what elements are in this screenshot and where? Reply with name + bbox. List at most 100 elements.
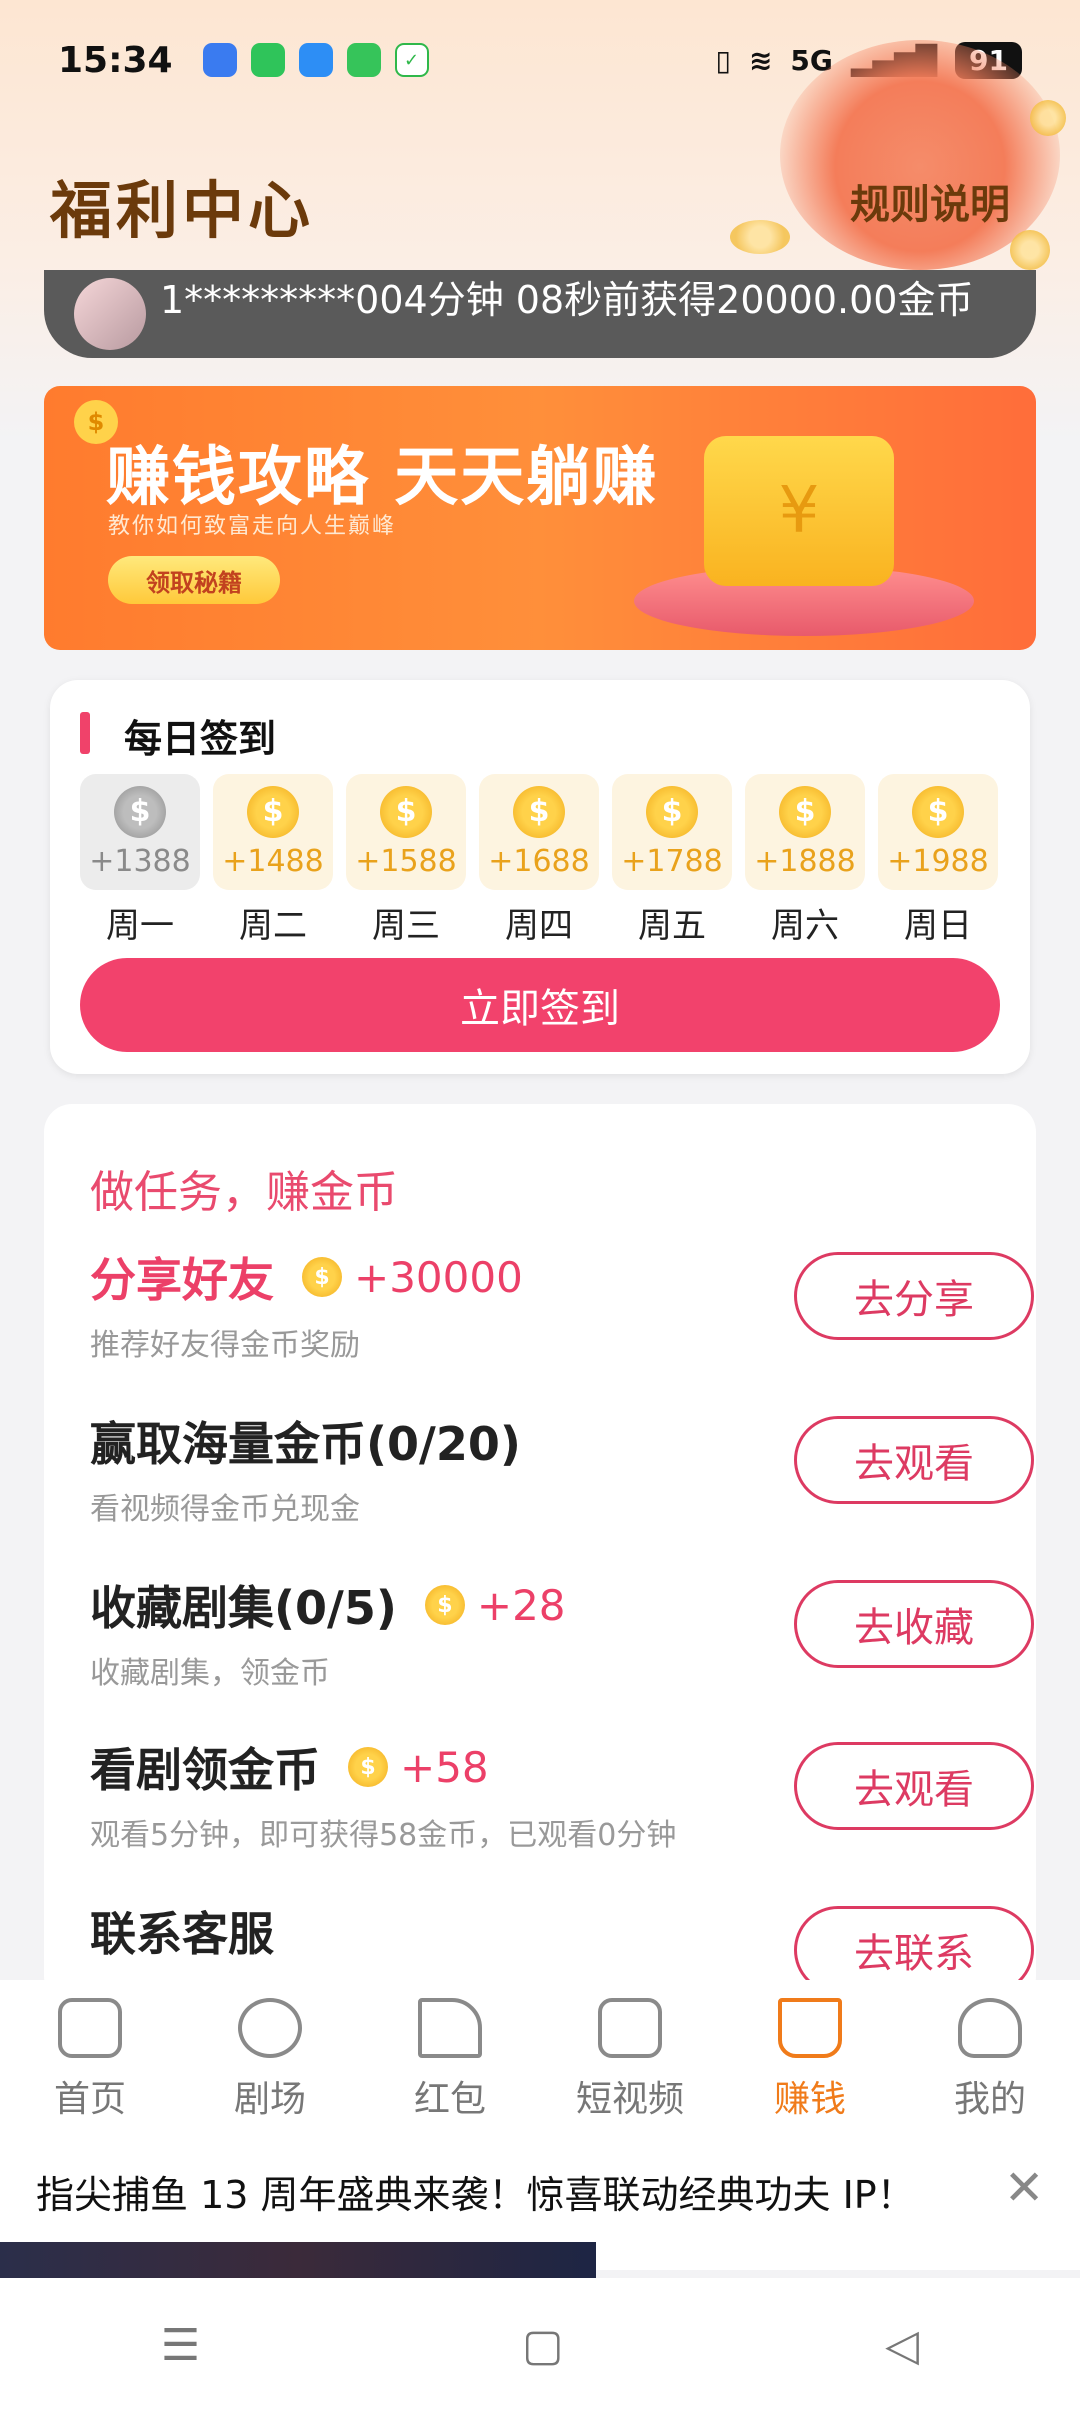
signin-days: $ +1388 周一 $ +1488 周二 $ +1588 周三 $ +1688 周四 … bbox=[80, 774, 998, 947]
reward-amount: +58 bbox=[400, 1742, 489, 1792]
coin-icon: $ bbox=[424, 1585, 465, 1625]
back-icon[interactable]: ◁ bbox=[885, 2320, 919, 2371]
bottom-nav: 首页 剧场 红包 短视频 赚钱 我的 bbox=[0, 1980, 1080, 2140]
coin-icon: $ bbox=[513, 785, 565, 838]
app-notification-icon bbox=[202, 43, 237, 77]
coin-icon: $ bbox=[646, 785, 698, 838]
task-reward: $ +58 bbox=[348, 1743, 489, 1792]
reward-amount: +30000 bbox=[354, 1252, 523, 1302]
ticker-text: 1*********004分钟 08秒前获得20000.00金币 bbox=[160, 277, 974, 322]
share-button[interactable]: 去分享 bbox=[794, 1252, 1034, 1340]
task-name: 收藏剧集(0/5) bbox=[90, 1581, 397, 1635]
status-time: 15:34 bbox=[58, 39, 173, 81]
nav-label: 首页 bbox=[53, 2079, 126, 2120]
day-amount: +1888 bbox=[754, 843, 856, 879]
signin-day[interactable]: $ +1888 周六 bbox=[745, 774, 865, 947]
vibrate-icon: ▯ bbox=[715, 43, 731, 77]
signin-day[interactable]: $ +1988 周日 bbox=[878, 774, 998, 947]
banner-subtitle: 教你如何致富走向人生巅峰 bbox=[108, 514, 397, 539]
user-icon bbox=[958, 1998, 1022, 2058]
nav-item-earn[interactable]: 赚钱 bbox=[730, 1998, 890, 2122]
reward-amount: +28 bbox=[476, 1580, 566, 1630]
day-amount: +1988 bbox=[887, 843, 989, 879]
nav-label: 短视频 bbox=[575, 2079, 684, 2120]
nav-item-redpacket[interactable]: 红包 bbox=[370, 1998, 530, 2122]
watch-button[interactable]: 去观看 bbox=[794, 1416, 1034, 1504]
nav-label: 赚钱 bbox=[773, 2079, 846, 2120]
coin-icon: $ bbox=[779, 785, 831, 838]
task-reward: $ +28 bbox=[424, 1580, 566, 1630]
triangle-icon bbox=[418, 1998, 482, 2058]
day-amount: +1388 bbox=[89, 843, 191, 879]
system-nav-bar: ☰ ▢ ◁ bbox=[0, 2278, 1080, 2412]
coin-icon: $ bbox=[247, 785, 299, 838]
planet-icon bbox=[238, 1998, 302, 2058]
task-name: 分享好友 bbox=[90, 1253, 274, 1307]
coin-decoration bbox=[1030, 100, 1066, 136]
signin-day[interactable]: $ +1588 周三 bbox=[346, 774, 466, 947]
signin-day[interactable]: $ +1688 周四 bbox=[479, 774, 599, 947]
signin-button[interactable]: 立即签到 bbox=[80, 958, 1000, 1052]
tasks-card: 做任务，赚金币 分享好友 $ +30000 推荐好友得金币奖励 去分享 赢取海量金… bbox=[44, 1104, 1036, 2004]
home-icon bbox=[58, 1998, 122, 2058]
signin-day[interactable]: $ +1788 周五 bbox=[612, 774, 732, 947]
message-notification-icon bbox=[298, 43, 333, 77]
task-name: 赢取海量金币(0/20) bbox=[90, 1417, 521, 1471]
nav-item-theater[interactable]: 剧场 bbox=[190, 1998, 350, 2122]
phone-notification-icon bbox=[250, 43, 285, 77]
menu-icon[interactable]: ☰ bbox=[161, 2320, 200, 2371]
coin-decoration bbox=[1010, 230, 1050, 270]
winner-ticker: 1*********004分钟 08秒前获得20000.00金币 bbox=[44, 270, 1036, 358]
coin-icon: $ bbox=[380, 785, 432, 838]
watch-button[interactable]: 去观看 bbox=[794, 1742, 1034, 1830]
day-amount: +1688 bbox=[488, 843, 590, 879]
nav-label: 我的 bbox=[953, 2079, 1026, 2120]
title-accent-bar bbox=[80, 712, 90, 754]
avatar bbox=[74, 278, 146, 350]
tasks-title: 做任务，赚金币 bbox=[90, 1167, 398, 1218]
day-label: 周六 bbox=[771, 906, 839, 946]
daily-signin-card: 每日签到 $ +1388 周一 $ +1488 周二 $ +1588 周三 $ +168… bbox=[50, 680, 1030, 1074]
ad-image[interactable] bbox=[0, 2242, 596, 2278]
ad-banner[interactable]: 指尖捕鱼 13 周年盛典来袭！惊喜联动经典功夫 IP！ ✕ bbox=[0, 2140, 1080, 2278]
coin-icon: $ bbox=[912, 785, 964, 838]
day-label: 周日 bbox=[904, 906, 972, 946]
task-item: 看剧领金币 $ +58 观看5分钟，即可获得58金币，已观看0分钟 去观看 bbox=[90, 1734, 1034, 1874]
signin-day[interactable]: $ +1488 周二 bbox=[213, 774, 333, 947]
task-item: 赢取海量金币(0/20) 看视频得金币兑现金 去观看 bbox=[90, 1408, 1034, 1548]
signin-day[interactable]: $ +1388 周一 bbox=[80, 774, 200, 947]
nav-item-home[interactable]: 首页 bbox=[10, 1998, 170, 2122]
ad-text: 指尖捕鱼 13 周年盛典来袭！惊喜联动经典功夫 IP！ bbox=[36, 2173, 915, 2217]
nav-label: 红包 bbox=[413, 2079, 486, 2120]
nav-item-shortvideo[interactable]: 短视频 bbox=[550, 1998, 710, 2122]
close-icon[interactable]: ✕ bbox=[1004, 2160, 1044, 2216]
banner-button[interactable]: 领取秘籍 bbox=[108, 556, 280, 604]
day-label: 周五 bbox=[638, 906, 706, 946]
collect-button[interactable]: 去收藏 bbox=[794, 1580, 1034, 1668]
wallet-icon: ¥ bbox=[704, 436, 894, 586]
cart-icon bbox=[778, 1998, 842, 2058]
wifi-icon: ≋ bbox=[748, 43, 773, 77]
day-label: 周二 bbox=[239, 906, 307, 946]
day-amount: +1488 bbox=[222, 843, 324, 879]
nav-item-profile[interactable]: 我的 bbox=[910, 1998, 1070, 2122]
promo-banner[interactable]: $ 赚钱攻略 天天躺赚 教你如何致富走向人生巅峰 领取秘籍 ¥ bbox=[44, 386, 1036, 650]
coin-icon: $ bbox=[114, 785, 166, 838]
signin-title: 每日签到 bbox=[124, 717, 277, 761]
page-title: 福利中心 bbox=[50, 174, 315, 247]
status-app-icons: ✓ bbox=[202, 43, 429, 77]
task-name: 联系客服 bbox=[90, 1907, 274, 1961]
day-label: 周一 bbox=[106, 906, 174, 946]
home-square-icon[interactable]: ▢ bbox=[522, 2320, 564, 2371]
banner-title: 赚钱攻略 天天躺赚 bbox=[106, 441, 659, 515]
coin-icon: $ bbox=[302, 1257, 342, 1297]
task-item: 分享好友 $ +30000 推荐好友得金币奖励 去分享 bbox=[90, 1244, 1034, 1384]
task-item: 收藏剧集(0/5) $ +28 收藏剧集，领金币 去收藏 bbox=[90, 1572, 1034, 1712]
video-icon bbox=[598, 1998, 662, 2058]
nav-label: 剧场 bbox=[233, 2079, 306, 2120]
rules-link[interactable]: 规则说明 bbox=[850, 172, 1010, 230]
shield-notification-icon: ✓ bbox=[394, 43, 429, 77]
day-amount: +1588 bbox=[355, 843, 457, 879]
coin-decoration bbox=[730, 220, 790, 254]
app-store-notification-icon bbox=[346, 43, 381, 77]
